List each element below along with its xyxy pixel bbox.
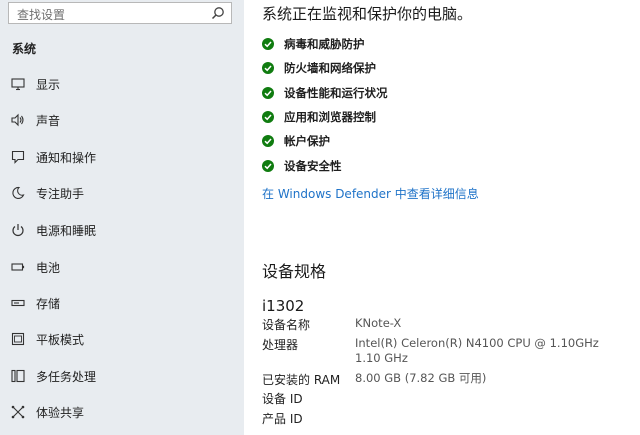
- multitask-icon: [11, 369, 25, 383]
- check-circle-icon: [262, 111, 274, 123]
- monitor-icon: [11, 78, 25, 91]
- sidebar-item-label: 多任务处理: [36, 370, 97, 384]
- spec-label: 处理器: [262, 338, 299, 352]
- sidebar-item-focus-assist[interactable]: 专注助手: [0, 179, 244, 209]
- sidebar-item-battery[interactable]: 电池: [0, 253, 244, 283]
- security-status-title: 系统正在监视和保护你的电脑。: [262, 5, 473, 23]
- search-box[interactable]: 查找设置: [8, 2, 232, 24]
- sidebar: 查找设置 系统 显示 声音 通知和操作 专注助手 电源和睡眠 电池 存储 平板模…: [0, 0, 244, 435]
- sidebar-item-storage[interactable]: 存储: [0, 289, 244, 319]
- sidebar-item-display[interactable]: 显示: [0, 70, 244, 100]
- spec-label: 设备名称: [262, 318, 311, 332]
- moon-icon: [12, 186, 25, 199]
- spec-label: 产品 ID: [262, 412, 303, 426]
- check-circle-icon: [262, 62, 274, 74]
- sidebar-item-label: 通知和操作: [36, 151, 97, 165]
- security-item-label: 设备安全性: [284, 159, 342, 173]
- notification-icon: [11, 150, 25, 164]
- sidebar-item-multitasking[interactable]: 多任务处理: [0, 362, 244, 392]
- sidebar-item-label: 显示: [36, 78, 61, 92]
- spec-value: 8.00 GB (7.82 GB 可用): [355, 371, 487, 385]
- security-item-label: 防火墙和网络保护: [284, 61, 376, 75]
- windows-defender-link[interactable]: 在 Windows Defender 中查看详细信息: [262, 185, 479, 202]
- search-icon[interactable]: [211, 6, 225, 20]
- check-circle-icon: [262, 87, 274, 99]
- sidebar-item-label: 平板模式: [36, 333, 85, 347]
- check-circle-icon: [262, 135, 274, 147]
- sidebar-item-label: 体验共享: [36, 406, 85, 420]
- sidebar-section-title: 系统: [12, 42, 37, 56]
- security-item-label: 帐户保护: [284, 134, 330, 148]
- check-circle-icon: [262, 38, 274, 50]
- spec-value: KNote-X: [355, 316, 402, 330]
- sidebar-item-label: 专注助手: [36, 187, 85, 201]
- battery-icon: [11, 263, 25, 271]
- sidebar-item-label: 电源和睡眠: [36, 224, 97, 238]
- tablet-icon: [11, 332, 25, 346]
- sidebar-item-label: 电池: [36, 261, 61, 275]
- main-content: 系统正在监视和保护你的电脑。 病毒和威胁防护 防火墙和网络保护 设备性能和运行状…: [244, 0, 640, 435]
- device-name-title: i1302: [262, 297, 305, 315]
- sidebar-item-tablet-mode[interactable]: 平板模式: [0, 325, 244, 355]
- sidebar-item-sound[interactable]: 声音: [0, 106, 244, 136]
- spec-value: Intel(R) Celeron(R) N4100 CPU @ 1.10GHz …: [355, 336, 599, 365]
- sidebar-item-label: 声音: [36, 114, 61, 128]
- search-input[interactable]: 查找设置: [17, 6, 65, 23]
- power-icon: [12, 224, 24, 237]
- security-item-label: 设备性能和运行状况: [284, 86, 388, 100]
- sidebar-item-label: 存储: [36, 297, 61, 311]
- check-circle-icon: [262, 160, 274, 172]
- security-item-label: 应用和浏览器控制: [284, 110, 376, 124]
- sidebar-item-notifications[interactable]: 通知和操作: [0, 143, 244, 173]
- device-specs-heading: 设备规格: [262, 262, 327, 281]
- security-item-label: 病毒和威胁防护: [284, 37, 365, 51]
- share-icon: [11, 405, 25, 419]
- spec-label: 已安装的 RAM: [262, 373, 341, 387]
- sidebar-item-power[interactable]: 电源和睡眠: [0, 216, 244, 246]
- spec-label: 设备 ID: [262, 392, 303, 406]
- speaker-icon: [11, 113, 24, 127]
- storage-icon: [11, 299, 25, 307]
- sidebar-item-shared-experiences[interactable]: 体验共享: [0, 398, 244, 428]
